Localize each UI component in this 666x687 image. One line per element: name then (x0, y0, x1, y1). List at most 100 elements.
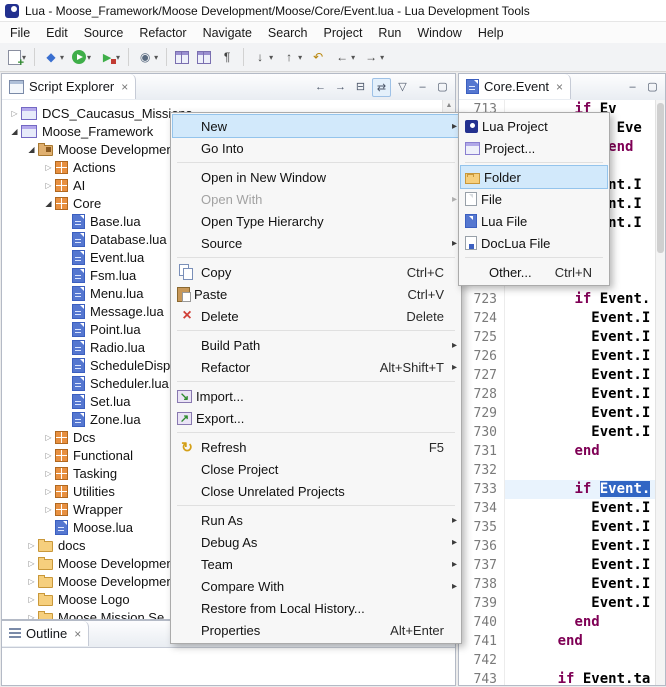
scrollbar-thumb[interactable] (657, 103, 664, 253)
forward-icon[interactable]: → (332, 78, 349, 95)
twisty-collapsed-icon[interactable]: ▷ (8, 109, 21, 118)
toolbar-last-edit-location-button[interactable]: ↶ (307, 46, 329, 68)
toolbar-open-element-button[interactable] (172, 46, 192, 68)
new-submenu-item-file[interactable]: File (461, 188, 607, 210)
code-text[interactable]: end (505, 613, 656, 632)
context-menu-item-run-as[interactable]: Run As▸ (173, 509, 459, 531)
close-icon[interactable]: × (121, 80, 128, 94)
minimize-icon[interactable]: – (414, 78, 431, 95)
twisty-expanded-icon[interactable]: ◢ (8, 127, 21, 136)
menubar-item-run[interactable]: Run (370, 24, 409, 42)
back-icon[interactable]: ← (312, 78, 329, 95)
context-menu-item-open-in-new-window[interactable]: Open in New Window (173, 166, 459, 188)
twisty-collapsed-icon[interactable]: ▷ (42, 163, 55, 172)
context-menu-item-close-project[interactable]: Close Project (173, 458, 459, 480)
code-text[interactable]: Event.I (505, 309, 656, 328)
menubar-item-edit[interactable]: Edit (38, 24, 76, 42)
twisty-collapsed-icon[interactable]: ▷ (42, 505, 55, 514)
code-text[interactable]: Event.I (505, 575, 656, 594)
context-menu-item-export[interactable]: Export... (173, 407, 459, 429)
context-menu-item-source[interactable]: Source▸ (173, 232, 459, 254)
maximize-icon[interactable]: ▢ (434, 78, 451, 95)
twisty-collapsed-icon[interactable]: ▷ (25, 595, 38, 604)
new-submenu-item-project[interactable]: Project... (461, 137, 607, 159)
context-menu-item-team[interactable]: Team▸ (173, 553, 459, 575)
code-text[interactable]: end (505, 632, 656, 651)
twisty-expanded-icon[interactable]: ◢ (25, 145, 38, 154)
minimize-icon[interactable]: – (624, 78, 641, 95)
menubar-item-navigate[interactable]: Navigate (195, 24, 260, 42)
code-text[interactable]: Event.I (505, 366, 656, 385)
menubar-item-source[interactable]: Source (76, 24, 132, 42)
menubar-item-search[interactable]: Search (260, 24, 316, 42)
context-menu-item-refresh[interactable]: RefreshF5 (173, 436, 459, 458)
twisty-collapsed-icon[interactable]: ▷ (25, 559, 38, 568)
twisty-collapsed-icon[interactable]: ▷ (25, 613, 38, 620)
code-text[interactable] (505, 651, 656, 670)
toolbar-next-annotation-button[interactable]: ↓▾ (249, 46, 276, 68)
tab-outline[interactable]: Outline × (2, 621, 89, 646)
code-text[interactable]: Event.I (505, 499, 656, 518)
collapse-all-icon[interactable]: ⊟ (352, 78, 369, 95)
menubar-item-help[interactable]: Help (470, 24, 512, 42)
menubar-item-window[interactable]: Window (409, 24, 469, 42)
twisty-collapsed-icon[interactable]: ▷ (25, 577, 38, 586)
toolbar-search-button[interactable]: ◉▾ (134, 46, 161, 68)
menubar-item-project[interactable]: Project (316, 24, 371, 42)
code-text[interactable]: if Event.ta (505, 670, 656, 685)
toolbar-run-button[interactable]: ▾ (69, 46, 94, 68)
menubar-item-file[interactable]: File (2, 24, 38, 42)
new-submenu-item-lua-project[interactable]: Lua Project (461, 115, 607, 137)
context-menu-item-properties[interactable]: PropertiesAlt+Enter (173, 619, 459, 641)
new-submenu-item-folder[interactable]: Folder (461, 166, 607, 188)
toolbar-back-button[interactable]: ←▾ (331, 46, 358, 68)
context-menu-item-copy[interactable]: CopyCtrl+C (173, 261, 459, 283)
code-text[interactable]: Event.I (505, 423, 656, 442)
twisty-collapsed-icon[interactable]: ▷ (42, 181, 55, 190)
context-menu-item-new[interactable]: New▸ (173, 115, 459, 137)
twisty-expanded-icon[interactable]: ◢ (42, 199, 55, 208)
twisty-collapsed-icon[interactable]: ▷ (25, 541, 38, 550)
twisty-collapsed-icon[interactable]: ▷ (42, 469, 55, 478)
link-with-editor-icon[interactable]: ⇄ (372, 78, 391, 97)
maximize-icon[interactable]: ▢ (644, 78, 661, 95)
twisty-collapsed-icon[interactable]: ▷ (42, 451, 55, 460)
editor-scrollbar[interactable] (655, 100, 665, 685)
menubar-item-refactor[interactable]: Refactor (131, 24, 194, 42)
code-text[interactable]: Event.I (505, 404, 656, 423)
code-text[interactable]: Event.I (505, 328, 656, 347)
context-menu-item-open-type-hierarchy[interactable]: Open Type Hierarchy (173, 210, 459, 232)
context-menu-item-refactor[interactable]: RefactorAlt+Shift+T▸ (173, 356, 459, 378)
toolbar-external-tools-button[interactable]: ▶▾ (96, 46, 123, 68)
toolbar-previous-annotation-button[interactable]: ↑▾ (278, 46, 305, 68)
context-menu-item-compare-with[interactable]: Compare With▸ (173, 575, 459, 597)
view-menu-icon[interactable]: ▽ (394, 78, 411, 95)
code-text[interactable]: Event.I (505, 385, 656, 404)
close-icon[interactable]: × (74, 627, 81, 641)
close-icon[interactable]: × (556, 80, 563, 94)
context-menu-item-restore-from-local-history[interactable]: Restore from Local History... (173, 597, 459, 619)
code-text[interactable]: Event.I (505, 556, 656, 575)
context-menu-item-delete[interactable]: DeleteDelete (173, 305, 459, 327)
code-text[interactable]: end (505, 442, 656, 461)
new-submenu-item-lua-file[interactable]: Lua File (461, 210, 607, 232)
code-text[interactable]: if Event. (505, 480, 656, 499)
new-submenu-item-other[interactable]: Other...Ctrl+N (461, 261, 607, 283)
code-text[interactable]: Event.I (505, 537, 656, 556)
context-menu-item-build-path[interactable]: Build Path▸ (173, 334, 459, 356)
twisty-collapsed-icon[interactable]: ▷ (42, 487, 55, 496)
code-text[interactable] (505, 461, 656, 480)
toolbar-forward-button[interactable]: →▾ (360, 46, 387, 68)
context-menu-item-go-into[interactable]: Go Into (173, 137, 459, 159)
code-text[interactable]: if Event. (505, 290, 656, 309)
toolbar-open-type-button[interactable] (194, 46, 214, 68)
toolbar-new-wizard-button[interactable]: ▾ (5, 46, 29, 68)
tab-script-explorer[interactable]: Script Explorer × (2, 74, 136, 99)
toolbar-show-whitespace-button[interactable]: ¶ (216, 46, 238, 68)
context-menu-item-close-unrelated-projects[interactable]: Close Unrelated Projects (173, 480, 459, 502)
tab-core-event[interactable]: Core.Event × (459, 74, 571, 99)
twisty-collapsed-icon[interactable]: ▷ (42, 433, 55, 442)
code-text[interactable]: Event.I (505, 347, 656, 366)
context-menu-item-import[interactable]: Import... (173, 385, 459, 407)
new-submenu-item-doclua-file[interactable]: DocLua File (461, 232, 607, 254)
